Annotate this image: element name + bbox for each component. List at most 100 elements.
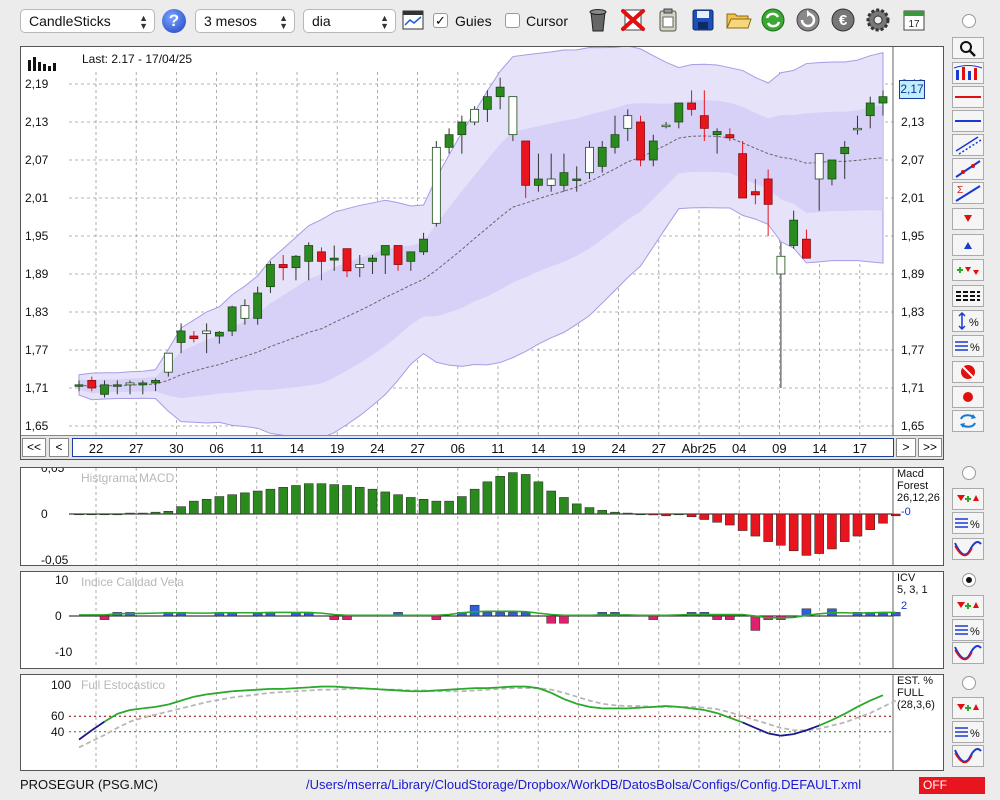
price-chart[interactable]: 2,192,192,132,132,072,072,012,011,951,95… [21, 47, 943, 459]
macd-bar [508, 472, 518, 515]
macd-panel: 0,05 0 -0,05 Histgrama MACD Macd Forest 26… [20, 467, 944, 566]
sync-icon[interactable] [952, 410, 984, 432]
horizontal-scale-percent-icon[interactable]: % [952, 335, 984, 357]
trend-line-icon[interactable] [952, 158, 984, 180]
config-path-link[interactable]: /Users/mserra/Library/CloudStorage/Dropb… [306, 777, 861, 792]
candle-body [789, 219, 799, 246]
channel-tool-icon[interactable] [952, 134, 984, 156]
macd-axis-label: 0,05 [41, 468, 65, 475]
record-icon[interactable] [952, 386, 984, 408]
icv-axis-label: 0 [55, 609, 62, 623]
open-folder-icon[interactable] [724, 6, 752, 34]
fibonacci-tool-icon[interactable]: Σ [952, 182, 984, 204]
scale-percent-icon[interactable]: % [952, 512, 984, 534]
price-axis-label-right: 1,83 [901, 305, 925, 319]
blue-horizontal-line-icon[interactable] [952, 110, 984, 132]
symbol-label: PROSEGUR (PSG.MC) [20, 777, 158, 792]
stochastic-k-segment [359, 687, 373, 690]
stochastic-k-segment [742, 721, 756, 729]
save-icon[interactable] [689, 6, 717, 34]
panel-radio-main[interactable] [962, 14, 976, 28]
macd-bar [176, 506, 186, 515]
panel-radio-macd[interactable] [962, 466, 976, 480]
macd-bar [495, 476, 505, 515]
macd-bar [623, 512, 633, 515]
candle-body [317, 251, 326, 262]
off-status-badge[interactable]: OFF [919, 777, 985, 794]
arrow-down-icon[interactable] [952, 208, 984, 230]
stop-icon[interactable] [952, 361, 984, 383]
oscillator-curve-icon[interactable] [952, 538, 984, 560]
macd-bar [150, 511, 161, 515]
icv-bar [431, 615, 442, 620]
date-axis-label: 04 [732, 441, 746, 456]
candle-body [470, 108, 480, 123]
guides-checkbox[interactable]: ✓ [433, 13, 448, 28]
currency-icon[interactable]: € [829, 6, 857, 34]
macd-bar [699, 513, 710, 520]
bollinger-bands-icon[interactable] [952, 62, 984, 84]
macd-bar [406, 497, 416, 515]
refresh-icon[interactable] [759, 6, 787, 34]
nav-next-button[interactable]: > [896, 438, 916, 457]
reload-icon[interactable] [794, 6, 822, 34]
candle-body [878, 96, 888, 104]
scale-percent-icon[interactable]: % [952, 721, 984, 743]
panel-radio-stochastic[interactable] [962, 676, 976, 690]
red-horizontal-line-icon[interactable] [952, 86, 984, 108]
stochastic-k-segment [653, 705, 667, 708]
icv-bar [482, 612, 493, 617]
candle-body [444, 134, 454, 148]
candle-body [546, 178, 556, 186]
macd-legend-line-1: Macd [897, 468, 924, 480]
oscillator-curve-icon[interactable] [952, 642, 984, 664]
zoom-icon[interactable] [952, 37, 984, 59]
macd-bar [457, 496, 467, 515]
icv-bar [712, 615, 722, 620]
candle-body [431, 146, 441, 224]
icv-bar [495, 612, 505, 617]
icv-axis-label: 10 [55, 573, 69, 587]
settings-icon[interactable] [864, 6, 892, 34]
stochastic-panel: 100 60 40 Full Estocastico EST. % FULL (28… [20, 674, 944, 771]
macd-bar [878, 513, 888, 524]
macd-bar [303, 483, 314, 515]
oscillator-curve-icon[interactable] [952, 745, 984, 767]
period-select[interactable]: 3 mesos ▲ ▼ [195, 9, 295, 33]
add-markers-icon[interactable] [952, 259, 984, 281]
price-axis-label-left: 1,77 [25, 343, 49, 357]
price-axis-label-right: 1,77 [901, 343, 925, 357]
clipboard-icon[interactable] [654, 6, 682, 34]
vertical-scale-percent-icon[interactable]: % [952, 310, 984, 332]
chart-window-icon[interactable] [402, 9, 424, 31]
signals-arrows-icon[interactable] [952, 697, 984, 719]
interval-select[interactable]: dia ▲ ▼ [303, 9, 396, 33]
icv-bar [508, 612, 518, 617]
calendar-icon[interactable]: 17 [900, 6, 928, 34]
stochastic-k-segment [755, 727, 769, 735]
scale-percent-icon[interactable]: % [952, 619, 984, 641]
signals-arrows-icon[interactable] [952, 595, 984, 617]
chart-type-select[interactable]: CandleSticks ▲ ▼ [20, 9, 155, 33]
candle-body [559, 172, 569, 186]
trash-icon[interactable] [584, 6, 612, 34]
candle-body [419, 238, 428, 253]
stochastic-k-segment [117, 709, 131, 715]
macd-bar [214, 496, 225, 515]
arrow-up-icon[interactable] [952, 234, 984, 256]
delete-icon[interactable] [619, 6, 647, 34]
panel-radio-icv[interactable] [962, 573, 976, 587]
icv-legend-line-1: ICV [897, 572, 916, 584]
svg-text:Σ: Σ [957, 185, 963, 196]
lines-menu-icon[interactable] [952, 285, 984, 307]
macd-bar [189, 500, 199, 515]
nav-last-button[interactable]: >> [918, 438, 942, 457]
price-axis-label-left: 2,13 [25, 115, 49, 129]
signals-arrows-icon[interactable] [952, 488, 984, 510]
macd-bar [278, 487, 288, 515]
help-icon[interactable]: ? [162, 9, 186, 33]
cursor-checkbox[interactable] [505, 13, 520, 28]
macd-bar [444, 500, 454, 515]
icv-legend-line-2: 5, 3, 1 [897, 584, 928, 596]
candle-body [176, 330, 186, 343]
